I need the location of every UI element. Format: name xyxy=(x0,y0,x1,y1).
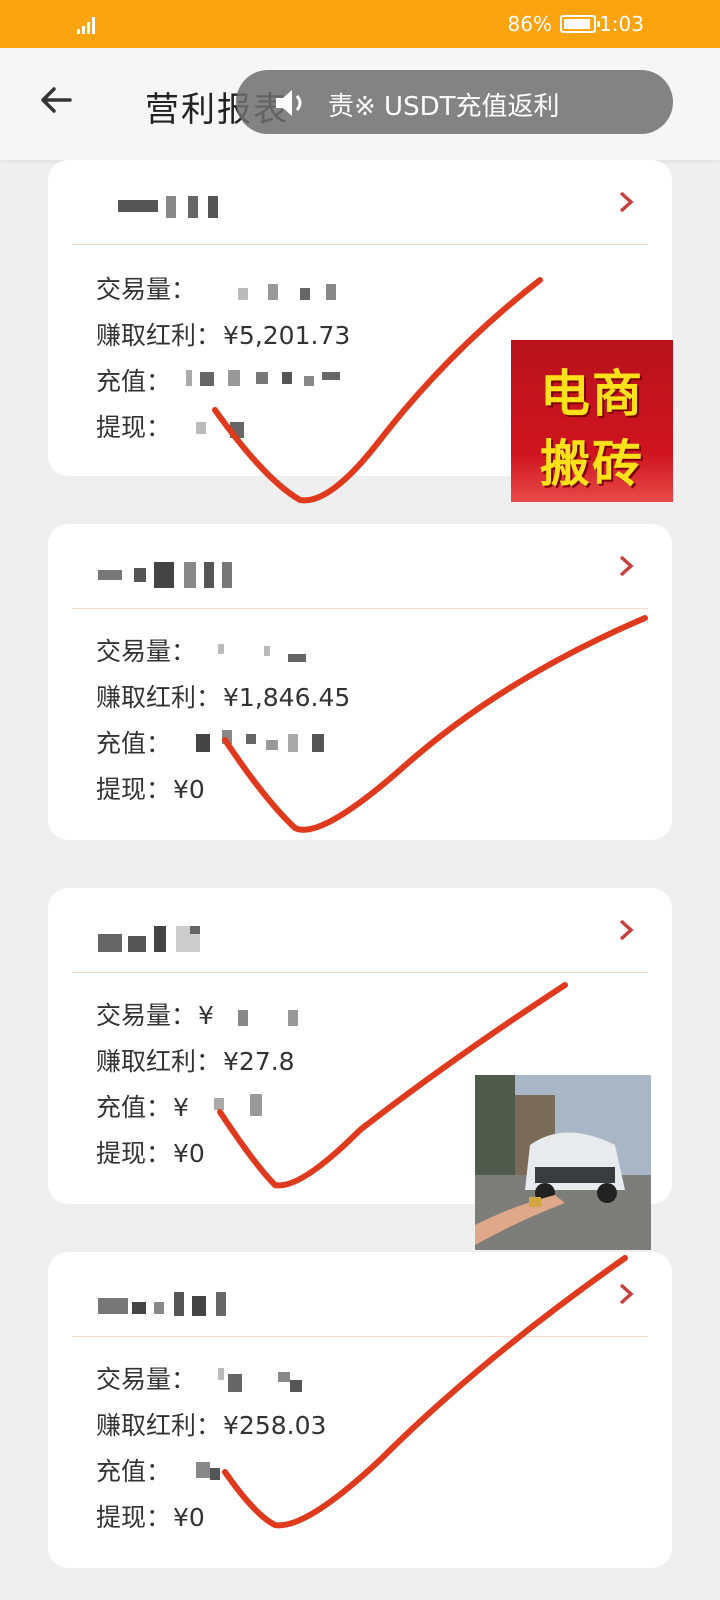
chevron-right-icon xyxy=(619,555,634,577)
divider xyxy=(72,608,648,609)
status-bar: 86% 1:03 xyxy=(0,0,720,48)
withdraw-label: 提现： xyxy=(96,1139,172,1168)
report-card[interactable]: 交易量： 赚取红利：¥258.03 充值： 提现：¥0 xyxy=(48,1252,672,1568)
divider xyxy=(72,244,648,245)
redacted-name xyxy=(118,196,278,226)
withdraw-value: ¥0 xyxy=(173,1139,205,1168)
speaker-icon xyxy=(276,90,302,116)
volume-row: 交易量： xyxy=(96,270,198,306)
volume-value: ¥ xyxy=(198,1001,214,1030)
withdraw-row: 提现： xyxy=(96,408,173,444)
recharge-row: 充值： xyxy=(96,724,173,760)
bonus-value: ¥1,846.45 xyxy=(223,683,351,712)
withdraw-row: 提现：¥0 xyxy=(96,1498,205,1534)
divider xyxy=(72,1336,648,1337)
toast-text: 责※ USDT充值返利 xyxy=(328,92,560,122)
withdraw-label: 提现： xyxy=(96,775,172,804)
card-title-row[interactable] xyxy=(48,524,672,608)
recharge-label: 充值： xyxy=(96,1093,172,1122)
bonus-row: 赚取红利：¥5,201.73 xyxy=(96,316,350,352)
card-title-row[interactable] xyxy=(48,160,672,244)
chevron-right-icon xyxy=(619,191,634,213)
redacted-value xyxy=(186,366,356,388)
recharge-row: 充值： xyxy=(96,362,173,398)
redacted-value xyxy=(196,418,256,440)
bonus-value: ¥27.8 xyxy=(223,1047,295,1076)
bonus-row: 赚取红利：¥27.8 xyxy=(96,1042,295,1078)
volume-row: 交易量：¥ xyxy=(96,996,214,1032)
redacted-value xyxy=(238,1006,318,1028)
withdraw-row: 提现：¥0 xyxy=(96,770,205,806)
car-photo xyxy=(475,1075,651,1250)
promo-sticker: 电商 搬砖 xyxy=(511,340,673,502)
recharge-label: 充值： xyxy=(96,1457,172,1486)
signal-icon xyxy=(77,17,95,34)
redacted-name xyxy=(98,926,258,956)
withdraw-label: 提现： xyxy=(96,1503,172,1532)
report-card[interactable]: 交易量： 赚取红利：¥1,846.45 充值： 提现：¥0 xyxy=(48,524,672,840)
battery-percent: 86% xyxy=(507,12,552,36)
bonus-label: 赚取红利： xyxy=(96,321,222,350)
app-header: 营利报表 责※ USDT充值返利 xyxy=(0,48,720,160)
card-title-row[interactable] xyxy=(48,1252,672,1336)
card-title-row[interactable] xyxy=(48,888,672,972)
bonus-label: 赚取红利： xyxy=(96,683,222,712)
volume-row: 交易量： xyxy=(96,1360,198,1396)
volume-label: 交易量： xyxy=(96,1001,197,1030)
volume-label: 交易量： xyxy=(96,1365,197,1394)
recharge-value: ¥ xyxy=(173,1093,189,1122)
redacted-value xyxy=(196,1460,246,1482)
battery-icon xyxy=(560,15,600,33)
recharge-label: 充值： xyxy=(96,367,172,396)
withdraw-label: 提现： xyxy=(96,413,172,442)
recharge-row: 充值：¥ xyxy=(96,1088,189,1124)
redacted-value xyxy=(196,728,346,754)
clock: 1:03 xyxy=(599,12,644,36)
redacted-value xyxy=(218,642,318,662)
recharge-row: 充值： xyxy=(96,1452,173,1488)
bonus-label: 赚取红利： xyxy=(96,1047,222,1076)
volume-row: 交易量： xyxy=(96,632,198,668)
withdraw-row: 提现：¥0 xyxy=(96,1134,205,1170)
redacted-value xyxy=(218,1368,318,1394)
withdraw-value: ¥0 xyxy=(173,775,205,804)
bonus-label: 赚取红利： xyxy=(96,1411,222,1440)
bonus-row: 赚取红利：¥258.03 xyxy=(96,1406,326,1442)
audio-toast: 责※ USDT充值返利 xyxy=(236,70,673,134)
back-arrow-icon[interactable] xyxy=(34,78,78,122)
bonus-row: 赚取红利：¥1,846.45 xyxy=(96,678,350,714)
chevron-right-icon xyxy=(619,1283,634,1305)
chevron-right-icon xyxy=(619,919,634,941)
volume-label: 交易量： xyxy=(96,637,197,666)
redacted-name xyxy=(98,1292,258,1322)
promo-line-1: 电商 xyxy=(540,365,644,423)
redacted-value xyxy=(238,282,348,302)
recharge-label: 充值： xyxy=(96,729,172,758)
divider xyxy=(72,972,648,973)
car-photo-image xyxy=(475,1075,651,1250)
withdraw-value: ¥0 xyxy=(173,1503,205,1532)
redacted-name xyxy=(98,560,258,590)
bonus-value: ¥258.03 xyxy=(223,1411,327,1440)
promo-line-2: 搬砖 xyxy=(540,435,644,493)
redacted-value xyxy=(214,1092,284,1118)
bonus-value: ¥5,201.73 xyxy=(223,321,351,350)
volume-label: 交易量： xyxy=(96,275,197,304)
